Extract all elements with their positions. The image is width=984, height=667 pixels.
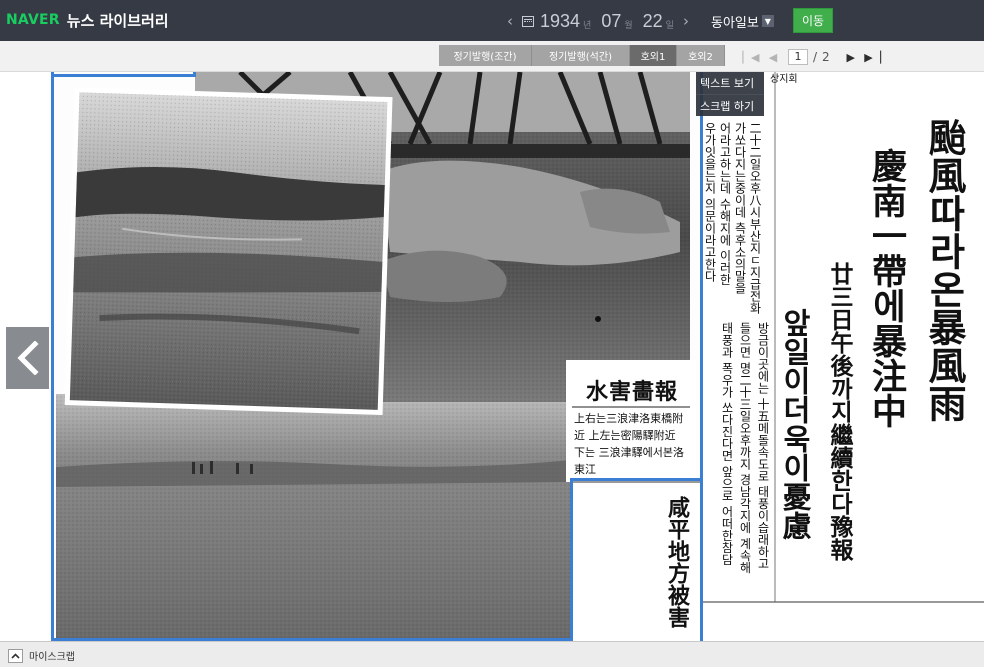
body-column-4: 우가잇을는지 의문이라고한다 (703, 122, 717, 282)
headline-1: 颱風따라온暴風雨 (922, 118, 967, 422)
article-context-menu: 텍스트 보기 스크랩 하기 (696, 72, 764, 116)
page-total: 2 (822, 50, 830, 64)
tab-extra-1[interactable]: 호외1 (630, 45, 677, 66)
body-column-7: 태풍과 폭우가 쏘다진다면 앞으로 어떠한참담 (720, 322, 734, 566)
body-column-1: 二十二일오후八시부산지ㄷ지급전화 (748, 122, 762, 314)
newspaper-select[interactable]: 동아일보 ▼ (711, 10, 774, 32)
subhead-2: 앞일이더욱이憂慮 (778, 308, 812, 540)
prev-page-button[interactable] (6, 327, 49, 389)
date-year[interactable]: 1934 (540, 11, 580, 32)
body-column-3: 어라고하는데 수해지에 이러한 (718, 122, 732, 286)
tab-extra-2[interactable]: 호외2 (677, 45, 725, 66)
corner-text: 상지회 (770, 74, 798, 85)
photo-title: 水害畵報 (586, 379, 679, 405)
body-column-5: 방금이곳에는 十五메돌속도로 태풍이습래하고 (756, 322, 770, 570)
myscrap-label: 마이스크랩 (29, 652, 75, 663)
chevron-down-icon: ▼ (761, 15, 774, 27)
prev-date-arrow-icon[interactable]: ‹ (504, 12, 516, 30)
calendar-icon[interactable] (522, 15, 534, 27)
newspaper-viewer[interactable]: 颱風따라온暴風雨 慶南一帶에暴注中 廿三日午後까지繼續한다豫報 앞일이더욱이憂慮… (0, 72, 984, 641)
tab-morning-edition[interactable]: 정기발행(조간) (439, 45, 532, 66)
bottom-bar: 마이스크랩 (0, 641, 984, 667)
page-number-input[interactable]: 1 (788, 49, 808, 65)
chevron-up-icon (8, 648, 23, 663)
photo-caption-2: 下는 三浪津驛에서본洛東江 (574, 446, 684, 476)
go-button[interactable]: 이동 (793, 8, 833, 33)
subhead-1: 廿三日午後까지繼續한다豫報 (826, 262, 853, 561)
myscrap-toggle[interactable]: 마이스크랩 (8, 648, 75, 663)
photo-caption-1: 上右는三浪津洛東橋附近 上左는密陽驛附近 (574, 412, 684, 442)
chevron-left-icon (16, 341, 39, 375)
service-title: 뉴스 라이브러리 (66, 11, 169, 30)
tab-evening-edition[interactable]: 정기발행(석간) (532, 45, 630, 66)
date-month[interactable]: 07 (601, 11, 621, 32)
page-separator: / (813, 50, 818, 64)
page-navigator: ▏◀ ◀ 1 / 2 ▶ ▶▕ (740, 47, 884, 67)
next-page-icon[interactable]: ▶ (840, 51, 862, 64)
date-month-unit: 월 (624, 20, 633, 31)
scrap-button[interactable]: 스크랩 하기 (696, 94, 764, 116)
naver-logo: NAVER (6, 12, 60, 28)
first-page-icon[interactable]: ▏◀ (740, 51, 762, 64)
view-text-button[interactable]: 텍스트 보기 (696, 72, 764, 94)
last-page-icon[interactable]: ▶▕ (862, 51, 884, 64)
body-column-2: 가쏘다지는중이데 측후소의말을 (733, 122, 747, 294)
newspaper-select-value: 동아일보 (711, 15, 759, 31)
top-bar: NAVER 뉴스 라이브러리 ‹ 1934 년 07 월 22 일 › 동아일보… (0, 0, 984, 41)
headline-2: 慶南一帶에暴注中 (866, 148, 907, 428)
prev-page-icon[interactable]: ◀ (762, 51, 784, 64)
date-year-unit: 년 (583, 20, 592, 31)
edition-tabs: 정기발행(조간) 정기발행(석간) 호외1 호외2 (439, 45, 725, 66)
next-date-arrow-icon[interactable]: › (680, 12, 692, 30)
edition-toolbar: 정기발행(조간) 정기발행(석간) 호외1 호외2 ▏◀ ◀ 1 / 2 ▶ ▶… (0, 41, 984, 72)
date-day[interactable]: 22 (643, 11, 663, 32)
side-article-title: 咸平地方被害 (664, 496, 690, 628)
date-selector: ‹ 1934 년 07 월 22 일 › (504, 8, 692, 34)
date-day-unit: 일 (665, 20, 674, 31)
body-column-6: 들으면 명二十三일오후까지 경남각지에 계속해 (738, 322, 752, 574)
logo[interactable]: NAVER 뉴스 라이브러리 (6, 9, 169, 31)
